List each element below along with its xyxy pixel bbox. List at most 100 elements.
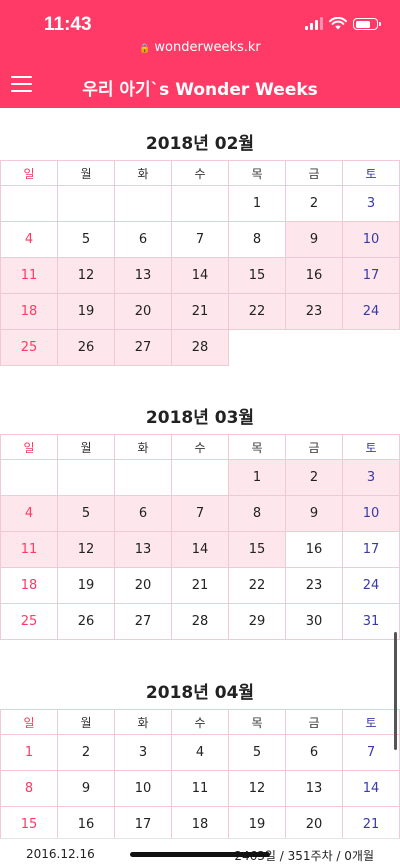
- day-cell[interactable]: 17: [342, 257, 400, 294]
- day-cell[interactable]: 16: [285, 531, 343, 568]
- day-cell[interactable]: 4: [0, 495, 58, 532]
- day-cell[interactable]: 27: [114, 329, 172, 366]
- signal-icon: [305, 17, 323, 30]
- day-cell[interactable]: 2: [57, 734, 115, 771]
- weekday-header: 월: [57, 709, 115, 735]
- day-cell[interactable]: 23: [285, 293, 343, 330]
- day-cell[interactable]: 15: [228, 257, 286, 294]
- day-cell[interactable]: 1: [0, 734, 58, 771]
- lock-icon: 🔒: [139, 44, 151, 54]
- empty-day-cell: [342, 329, 400, 366]
- weekday-header: 목: [228, 434, 286, 460]
- day-cell[interactable]: 10: [342, 221, 400, 258]
- day-cell[interactable]: 5: [228, 734, 286, 771]
- day-cell[interactable]: 11: [0, 531, 58, 568]
- day-cell[interactable]: 6: [114, 495, 172, 532]
- day-cell[interactable]: 18: [0, 293, 58, 330]
- day-cell[interactable]: 25: [0, 329, 58, 366]
- day-cell[interactable]: 2: [285, 185, 343, 222]
- day-cell[interactable]: 22: [228, 567, 286, 604]
- day-cell[interactable]: 24: [342, 293, 400, 330]
- page-title: 우리 아기`s Wonder Weeks: [82, 80, 318, 100]
- weekday-header: 금: [285, 434, 343, 460]
- day-cell[interactable]: 3: [342, 185, 400, 222]
- day-cell[interactable]: 10: [342, 495, 400, 532]
- day-cell[interactable]: 4: [171, 734, 229, 771]
- day-cell[interactable]: 28: [171, 603, 229, 640]
- day-cell[interactable]: 11: [0, 257, 58, 294]
- weekday-header: 금: [285, 709, 343, 735]
- day-cell[interactable]: 27: [114, 603, 172, 640]
- day-cell[interactable]: 14: [342, 770, 400, 807]
- day-cell[interactable]: 20: [114, 567, 172, 604]
- weekday-header: 화: [114, 434, 172, 460]
- empty-day-cell: [114, 185, 172, 222]
- day-cell[interactable]: 14: [171, 257, 229, 294]
- weekday-header: 일: [0, 709, 58, 735]
- day-cell[interactable]: 31: [342, 603, 400, 640]
- day-cell[interactable]: 5: [57, 221, 115, 258]
- day-cell[interactable]: 17: [342, 531, 400, 568]
- day-cell[interactable]: 13: [114, 531, 172, 568]
- day-cell[interactable]: 12: [57, 257, 115, 294]
- calendar-apr: 일 월 화 수 목 금 토 1 2 3 4 5 6 7 8 9 10 11 12 13 14 15 16 17 18 19 20 21: [0, 709, 400, 843]
- day-cell[interactable]: 12: [57, 531, 115, 568]
- day-cell[interactable]: 16: [285, 257, 343, 294]
- day-cell[interactable]: 5: [57, 495, 115, 532]
- empty-day-cell: [57, 459, 115, 496]
- day-cell[interactable]: 13: [114, 257, 172, 294]
- day-cell[interactable]: 25: [0, 603, 58, 640]
- day-cell[interactable]: 12: [228, 770, 286, 807]
- day-cell[interactable]: 7: [171, 221, 229, 258]
- day-cell[interactable]: 19: [57, 293, 115, 330]
- day-cell[interactable]: 21: [171, 567, 229, 604]
- week-row: 4 5 6 7 8 9 10: [0, 495, 400, 532]
- weekday-header: 토: [342, 160, 400, 186]
- day-cell[interactable]: 11: [171, 770, 229, 807]
- day-cell[interactable]: 6: [114, 221, 172, 258]
- day-cell[interactable]: 6: [285, 734, 343, 771]
- day-cell[interactable]: 8: [0, 770, 58, 807]
- weekday-header: 토: [342, 434, 400, 460]
- day-cell[interactable]: 9: [285, 495, 343, 532]
- day-cell[interactable]: 1: [228, 459, 286, 496]
- day-cell[interactable]: 26: [57, 329, 115, 366]
- day-cell[interactable]: 20: [114, 293, 172, 330]
- day-cell[interactable]: 8: [228, 495, 286, 532]
- day-cell[interactable]: 15: [228, 531, 286, 568]
- day-cell[interactable]: 1: [228, 185, 286, 222]
- day-cell[interactable]: 9: [57, 770, 115, 807]
- day-cell[interactable]: 29: [228, 603, 286, 640]
- month-title: 2018년 02월: [145, 134, 255, 154]
- day-cell[interactable]: 24: [342, 567, 400, 604]
- birth-date: 2016.12.16: [26, 847, 95, 861]
- day-cell[interactable]: 14: [171, 531, 229, 568]
- empty-day-cell: [57, 185, 115, 222]
- day-cell[interactable]: 28: [171, 329, 229, 366]
- day-cell[interactable]: 9: [285, 221, 343, 258]
- day-cell[interactable]: 2: [285, 459, 343, 496]
- week-row: 1234567: [0, 734, 400, 771]
- wifi-icon: [329, 17, 347, 30]
- url-bar[interactable]: 🔒 wonderweeks.kr: [0, 40, 400, 55]
- week-row: 18 19 20 21 22 23 24: [0, 293, 400, 330]
- day-cell[interactable]: 21: [171, 293, 229, 330]
- calendar-mar: 일 월 화 수 목 금 토 1 2 3 4 5 6 7 8 9 10 11 12 13 14 15 16 17 18 19 20 21…: [0, 434, 400, 640]
- day-cell[interactable]: 8: [228, 221, 286, 258]
- day-cell[interactable]: 23: [285, 567, 343, 604]
- day-cell[interactable]: 10: [114, 770, 172, 807]
- day-cell[interactable]: 3: [342, 459, 400, 496]
- day-cell[interactable]: 13: [285, 770, 343, 807]
- day-cell[interactable]: 3: [114, 734, 172, 771]
- scrollbar[interactable]: [394, 632, 397, 750]
- day-cell[interactable]: 19: [57, 567, 115, 604]
- day-cell[interactable]: 22: [228, 293, 286, 330]
- day-cell[interactable]: 26: [57, 603, 115, 640]
- day-cell[interactable]: 4: [0, 221, 58, 258]
- day-cell[interactable]: 7: [342, 734, 400, 771]
- empty-day-cell: [171, 185, 229, 222]
- weekday-header: 월: [57, 434, 115, 460]
- day-cell[interactable]: 7: [171, 495, 229, 532]
- day-cell[interactable]: 18: [0, 567, 58, 604]
- day-cell[interactable]: 30: [285, 603, 343, 640]
